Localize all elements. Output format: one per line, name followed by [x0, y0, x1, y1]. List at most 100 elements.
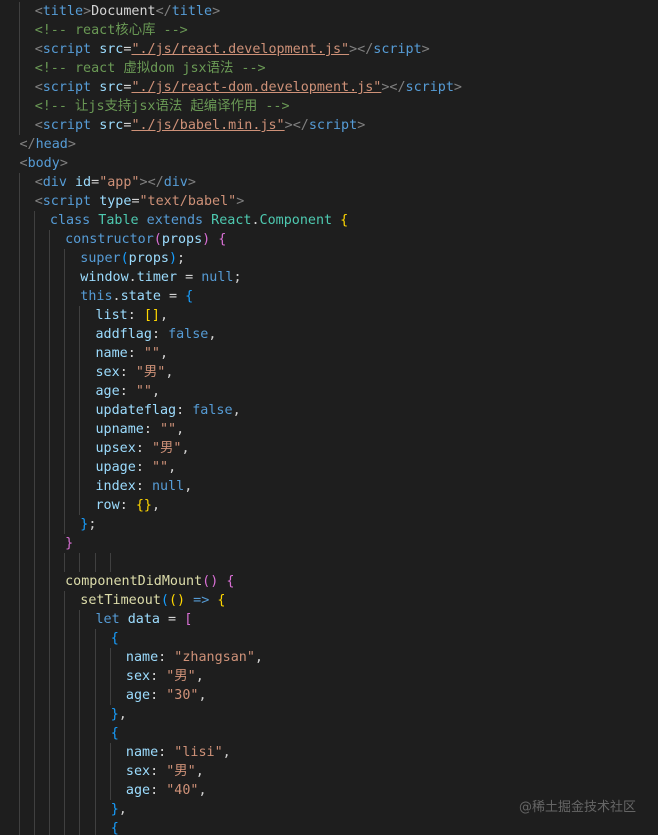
code-token: < [34, 175, 43, 190]
code-token: componentDidMount [65, 574, 203, 589]
code-line[interactable]: let data = [ [96, 610, 193, 629]
code-token: age [125, 783, 151, 798]
code-token: { [218, 232, 227, 247]
code-token: { [110, 726, 119, 741]
code-line[interactable]: setTimeout(() => { [80, 591, 225, 610]
code-token: "40" [166, 783, 199, 798]
code-line[interactable]: upname: "", [96, 420, 185, 439]
code-line[interactable]: super(props); [80, 249, 185, 268]
code-token: > [421, 42, 430, 57]
code-line[interactable]: addflag: false, [96, 325, 217, 344]
indent-guide [64, 553, 66, 572]
code-token: > [212, 4, 221, 19]
code-token: : [127, 308, 144, 323]
code-line[interactable]: }, [111, 705, 127, 724]
code-token: < [19, 156, 28, 171]
code-line[interactable]: class Table extends React.Component { [50, 211, 348, 230]
code-line[interactable]: { [111, 629, 119, 648]
code-line[interactable]: age: "", [96, 382, 161, 401]
code-line[interactable]: <body> [20, 154, 68, 173]
indent-guide [48, 230, 50, 835]
code-token: < [34, 80, 43, 95]
code-line[interactable]: <title>Document</title> [35, 2, 220, 21]
code-token: . [112, 289, 121, 304]
code-line[interactable]: }, [111, 800, 127, 819]
code-line[interactable]: name: "lisi", [126, 743, 231, 762]
code-token: > [59, 156, 68, 171]
code-line[interactable]: <script src="./js/babel.min.js"></script… [35, 116, 366, 135]
code-line[interactable]: <script src="./js/react-dom.development.… [35, 78, 462, 97]
code-line[interactable]: { [111, 819, 119, 835]
code-line[interactable]: <script type="text/babel"> [35, 192, 245, 211]
code-token: setTimeout [80, 593, 161, 608]
code-line[interactable]: upsex: "男", [96, 439, 190, 458]
code-line[interactable]: <script src="./js/react.development.js">… [35, 40, 430, 59]
code-line[interactable]: name: "", [96, 344, 169, 363]
code-line[interactable]: sex: "男", [126, 762, 204, 781]
code-token: : [143, 422, 160, 437]
code-token: , [254, 650, 263, 665]
code-line[interactable]: <div id="app"></div> [35, 173, 196, 192]
code-line[interactable]: this.state = { [80, 287, 193, 306]
code-token: , [165, 365, 174, 380]
code-token: < [34, 118, 43, 133]
code-line[interactable]: componentDidMount() { [65, 572, 234, 591]
code-token: updateflag [95, 403, 177, 418]
code-token: "./js/react.development.js" [131, 42, 350, 57]
code-line[interactable]: window.timer = null; [80, 268, 241, 287]
indent-guide [94, 629, 96, 835]
code-line[interactable]: age: "40", [126, 781, 207, 800]
code-line[interactable]: <!-- 让js支持jsx语法 起编译作用 --> [35, 97, 290, 116]
code-token: age [95, 384, 120, 399]
code-line[interactable]: { [111, 724, 119, 743]
code-token: , [232, 403, 241, 418]
code-line[interactable]: } [65, 534, 73, 553]
code-line[interactable]: upage: "", [96, 458, 177, 477]
indent-guide [64, 591, 66, 835]
indent-guide [79, 306, 81, 515]
code-line[interactable]: index: null, [96, 477, 193, 496]
code-token: sex [125, 669, 151, 684]
code-token: extends [146, 213, 204, 228]
indent-guide [79, 553, 81, 572]
code-line[interactable]: </head> [20, 135, 76, 154]
code-token: "zhangsan" [174, 650, 255, 665]
code-line[interactable]: age: "30", [126, 686, 207, 705]
code-editor[interactable]: <title>Document</title> <!-- react核心库 -->… [0, 0, 658, 835]
code-token: ( [160, 593, 169, 608]
code-token: } [65, 536, 74, 551]
code-token: : [150, 669, 167, 684]
code-line[interactable]: <!-- react 虚拟dom jsx语法 --> [35, 59, 266, 78]
code-line[interactable]: sex: "男", [96, 363, 174, 382]
code-token: = [177, 270, 202, 285]
code-line[interactable]: name: "zhangsan", [126, 648, 263, 667]
code-line[interactable]: sex: "男", [126, 667, 204, 686]
code-token: props [161, 232, 203, 247]
code-token: "男" [166, 764, 196, 779]
code-token: script [405, 80, 454, 95]
code-token: "./js/react-dom.development.js" [131, 80, 382, 95]
code-token: this [80, 289, 113, 304]
code-token: : [150, 764, 167, 779]
code-line[interactable]: row: {}, [96, 496, 161, 515]
code-token: upsex [95, 441, 136, 456]
code-token: , [168, 460, 177, 475]
code-token: sex [125, 764, 151, 779]
code-line[interactable]: constructor(props) { [65, 230, 226, 249]
code-line[interactable]: updateflag: false, [96, 401, 241, 420]
code-token: , [184, 479, 193, 494]
code-line[interactable]: list: [], [96, 306, 169, 325]
code-token: "30" [166, 688, 199, 703]
code-token: "" [160, 422, 177, 437]
code-token: index [95, 479, 136, 494]
code-token: data [127, 612, 160, 627]
indent-guide [33, 211, 35, 835]
code-line[interactable]: <!-- react核心库 --> [35, 21, 188, 40]
code-line[interactable]: }; [80, 515, 96, 534]
code-token: "" [143, 346, 160, 361]
code-token: </ [357, 42, 374, 57]
code-token: : [119, 365, 136, 380]
